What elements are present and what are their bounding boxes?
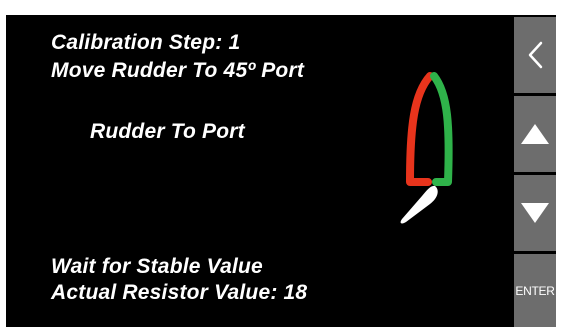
enter-button-label: ENTER <box>515 283 555 298</box>
chevron-left-icon <box>528 41 543 69</box>
rudder-blade-icon <box>400 185 438 224</box>
up-button[interactable] <box>514 96 556 172</box>
triangle-down-icon <box>521 203 549 223</box>
back-button[interactable] <box>514 17 556 93</box>
boat-rudder-diagram <box>400 72 453 224</box>
boat-hull-port-icon <box>406 72 434 186</box>
wait-message: Wait for Stable Value <box>51 255 263 278</box>
boat-hull-starboard-icon <box>430 72 453 186</box>
rudder-status: Rudder To Port <box>90 120 245 143</box>
enter-button[interactable]: ENTER <box>514 254 556 327</box>
down-button[interactable] <box>514 175 556 251</box>
calibration-screen: Calibration Step: 1 Move Rudder To 45º P… <box>6 15 556 327</box>
calibration-instruction: Move Rudder To 45º Port <box>51 59 305 82</box>
resistor-value: Actual Resistor Value: 18 <box>51 281 308 304</box>
calibration-step-title: Calibration Step: 1 <box>51 31 241 54</box>
side-button-panel: ENTER <box>512 15 556 327</box>
triangle-up-icon <box>521 124 549 144</box>
